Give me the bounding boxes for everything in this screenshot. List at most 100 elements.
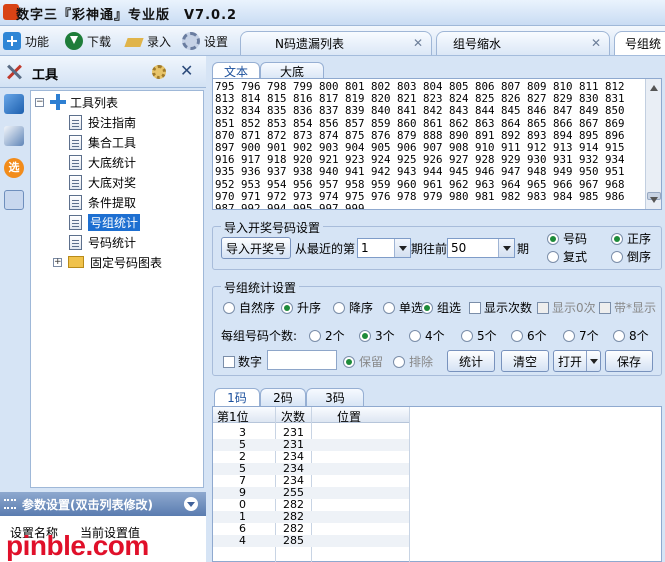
document-icon — [69, 154, 82, 170]
tree-item-base-stat[interactable]: 大底统计 — [69, 153, 136, 171]
radio-count-3[interactable]: 3个 — [359, 327, 395, 344]
tree-item-number-stat[interactable]: 号码统计 — [69, 233, 136, 251]
import-button[interactable]: 导入开奖号 — [221, 237, 291, 259]
radio-count-5[interactable]: 5个 — [461, 327, 497, 344]
watermark: pinble.com — [6, 530, 149, 561]
recent-period-select[interactable]: 1 — [357, 238, 411, 258]
radio-count-4[interactable]: 4个 — [409, 327, 445, 344]
tab-group-stat[interactable]: 号组统 — [614, 31, 665, 55]
tool-panel-title: 工具 — [32, 68, 59, 83]
input-icon — [125, 32, 143, 50]
result-grid: 第1位 次数 位置 3 231 5 231 2 234 5 234 7 234 9 255 0 282 1 2… — [212, 406, 662, 562]
radio-reverse[interactable]: 倒序 — [611, 248, 651, 265]
per-group-label: 每组号码个数: — [221, 329, 298, 343]
chevron-down-icon[interactable] — [394, 239, 410, 257]
radio-number[interactable]: 号码 — [547, 230, 587, 247]
param-panel-header[interactable]: 参数设置(双击列表修改) — [0, 492, 206, 516]
panel-settings-icon[interactable] — [152, 65, 166, 79]
tree-item-group-stat[interactable]: 号组统计 — [69, 213, 141, 231]
chart-icon[interactable] — [4, 94, 24, 114]
tree-root[interactable]: − 工具列表 — [35, 93, 118, 111]
filter-icon[interactable] — [4, 126, 24, 146]
cell-digit: 4 — [239, 534, 246, 547]
tree-item-condition-extract[interactable]: 条件提取 — [69, 193, 136, 211]
tree-item-set-tool[interactable]: 集合工具 — [69, 133, 136, 151]
check-show-zero[interactable]: 显示0次 — [537, 299, 596, 316]
radio-single[interactable]: 单选 — [383, 299, 423, 316]
check-show-count[interactable]: 显示次数 — [469, 299, 532, 316]
digit-input[interactable] — [267, 350, 337, 370]
grid-col-location[interactable]: 位置 — [337, 408, 361, 425]
radio-exclude[interactable]: 排除 — [393, 353, 433, 370]
panel-close-icon[interactable]: ✕ — [180, 61, 193, 80]
tab-3-code[interactable]: 3码 — [306, 388, 364, 406]
radio-count-7[interactable]: 7个 — [563, 327, 599, 344]
select-icon[interactable]: 选 — [4, 158, 24, 178]
title-bar: 数字三『彩神通』专业版 V7.0.2 — [0, 0, 665, 26]
tab-2-code[interactable]: 2码 — [260, 388, 306, 406]
gear-icon — [182, 32, 200, 50]
close-icon[interactable]: ✕ — [591, 36, 601, 50]
input-button[interactable]: 录入 — [125, 30, 171, 52]
tools-side-icon[interactable] — [4, 190, 24, 210]
radio-count-2[interactable]: 2个 — [309, 327, 345, 344]
document-icon — [69, 174, 82, 190]
document-icon — [69, 194, 82, 210]
grid-divider — [409, 407, 410, 562]
grid-col-count[interactable]: 次数 — [281, 408, 305, 425]
table-row[interactable]: 4 285 — [213, 534, 409, 547]
chevron-down-icon[interactable] — [498, 239, 514, 257]
stat-settings-title: 号组统计设置 — [221, 279, 300, 296]
chevron-down-icon[interactable] — [184, 497, 198, 511]
radio-descending[interactable]: 降序 — [333, 299, 373, 316]
tools-icon — [5, 63, 23, 81]
settings-button[interactable]: 设置 — [182, 30, 228, 52]
radio-compound[interactable]: 复式 — [547, 248, 587, 265]
window-title: 数字三『彩神通』专业版 V7.0.2 — [16, 8, 238, 23]
tree-root-icon — [50, 94, 66, 110]
check-with-star[interactable]: 带*显示 — [599, 299, 656, 316]
tool-tree: − 工具列表 投注指南 集合工具 大底统计 大底对奖 条件提取 号组统计 号码统… — [30, 90, 204, 488]
folder-icon — [68, 256, 84, 268]
period-count-select[interactable]: 50 — [447, 238, 515, 258]
download-button[interactable]: 下载 — [65, 30, 111, 52]
scroll-up-icon[interactable] — [648, 82, 660, 94]
function-button[interactable]: 功能 — [3, 30, 49, 52]
radio-natural[interactable]: 自然序 — [223, 299, 275, 316]
tab-group-reduce[interactable]: 组号缩水 ✕ — [436, 31, 610, 55]
import-settings-title: 导入开奖号码设置 — [221, 219, 324, 236]
open-button[interactable]: 打开 — [553, 350, 601, 372]
document-icon — [69, 214, 82, 230]
scrollbar[interactable] — [645, 79, 661, 209]
check-digit[interactable]: 数字 — [223, 353, 262, 370]
radio-count-8[interactable]: 8个 — [613, 327, 649, 344]
grid-col-position[interactable]: 第1位 — [217, 408, 249, 425]
grip-icon — [4, 499, 16, 509]
save-button[interactable]: 保存 — [605, 350, 653, 372]
expand-icon[interactable]: + — [53, 257, 62, 267]
scroll-down-icon[interactable] — [648, 194, 660, 206]
numbers-textarea[interactable]: 795 796 798 799 800 801 802 803 804 805 … — [212, 78, 662, 210]
radio-keep[interactable]: 保留 — [343, 353, 383, 370]
radio-count-6[interactable]: 6个 — [511, 327, 547, 344]
close-icon[interactable]: ✕ — [413, 36, 423, 50]
tab-1-code[interactable]: 1码 — [214, 388, 260, 406]
download-icon — [65, 32, 83, 50]
radio-ascending[interactable]: 升序 — [281, 299, 321, 316]
tool-panel: 工具 ✕ 选 − 工具列表 投注指南 集合工具 大底统计 大底对奖 条件提取 号… — [0, 56, 206, 562]
tree-folder-fixed-chart[interactable]: + 固定号码图表 — [53, 253, 162, 271]
tree-item-betting-guide[interactable]: 投注指南 — [69, 113, 136, 131]
tab-n-code-missing[interactable]: N码遗漏列表 ✕ — [240, 31, 432, 55]
group-stat-panel: 文本 大底 795 796 798 799 800 801 802 803 80… — [208, 56, 665, 562]
radio-forward[interactable]: 正序 — [611, 230, 651, 247]
document-icon — [69, 234, 82, 250]
chevron-down-icon[interactable] — [586, 351, 600, 371]
import-settings-group: 导入开奖号码设置 导入开奖号 从最近的第 1 期往前 50 期 号码 复式 正序… — [212, 219, 662, 270]
radio-group[interactable]: 组选 — [421, 299, 461, 316]
collapse-icon[interactable]: − — [35, 97, 44, 107]
sidebar-icons: 选 — [0, 90, 28, 490]
tree-item-base-prize[interactable]: 大底对奖 — [69, 173, 136, 191]
document-icon — [69, 134, 82, 150]
stat-button[interactable]: 统计 — [447, 350, 495, 372]
clear-button[interactable]: 清空 — [501, 350, 549, 372]
